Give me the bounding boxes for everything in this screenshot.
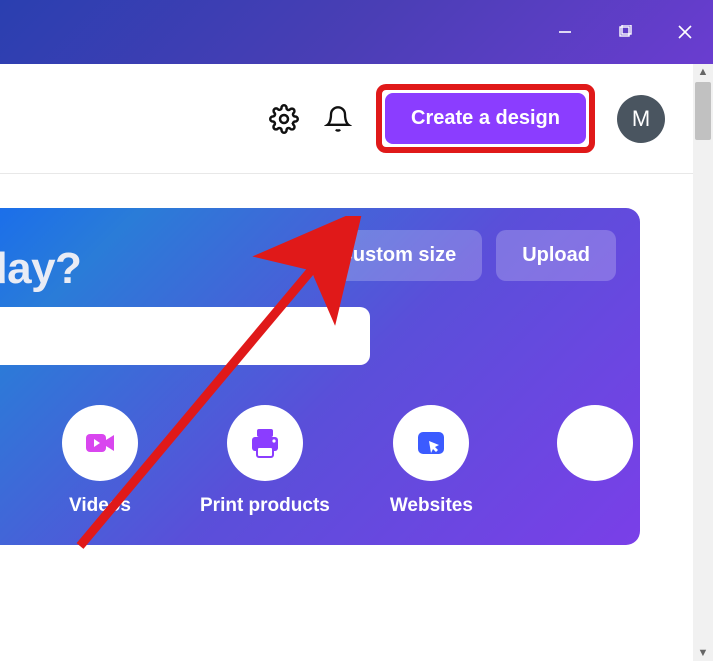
annotation-highlight: Create a design	[376, 84, 595, 153]
minimize-icon[interactable]	[549, 16, 581, 48]
category-label: Print products	[200, 495, 330, 517]
gear-icon[interactable]	[268, 103, 300, 135]
custom-size-button[interactable]: Custom size	[312, 230, 482, 281]
vertical-scrollbar[interactable]: ▲ ▼	[693, 64, 713, 661]
maximize-icon[interactable]	[609, 16, 641, 48]
category-item[interactable]	[533, 405, 613, 481]
scroll-up-icon[interactable]: ▲	[693, 66, 713, 78]
category-icon	[557, 405, 633, 481]
category-item-print[interactable]: Print products	[200, 405, 330, 517]
scroll-down-icon[interactable]: ▼	[693, 647, 713, 659]
search-input[interactable]	[0, 307, 370, 365]
print-icon	[227, 405, 303, 481]
scroll-thumb[interactable]	[695, 82, 711, 140]
hero-heading: ign today?	[0, 244, 81, 294]
hero-panel: ign today? Custom size Upload edia	[0, 208, 640, 545]
close-icon[interactable]	[669, 16, 701, 48]
app-header: Create a design M	[0, 64, 693, 174]
avatar[interactable]: M	[617, 95, 665, 143]
category-label: Websites	[390, 495, 473, 517]
category-row: edia Videos Print products	[0, 405, 616, 517]
upload-button[interactable]: Upload	[496, 230, 616, 281]
category-label: Videos	[69, 495, 131, 517]
category-item-videos[interactable]: Videos	[60, 405, 140, 517]
window-titlebar	[0, 0, 713, 64]
create-design-button[interactable]: Create a design	[385, 93, 586, 144]
category-item-websites[interactable]: Websites	[390, 405, 473, 517]
website-icon	[393, 405, 469, 481]
video-icon	[62, 405, 138, 481]
bell-icon[interactable]	[322, 103, 354, 135]
